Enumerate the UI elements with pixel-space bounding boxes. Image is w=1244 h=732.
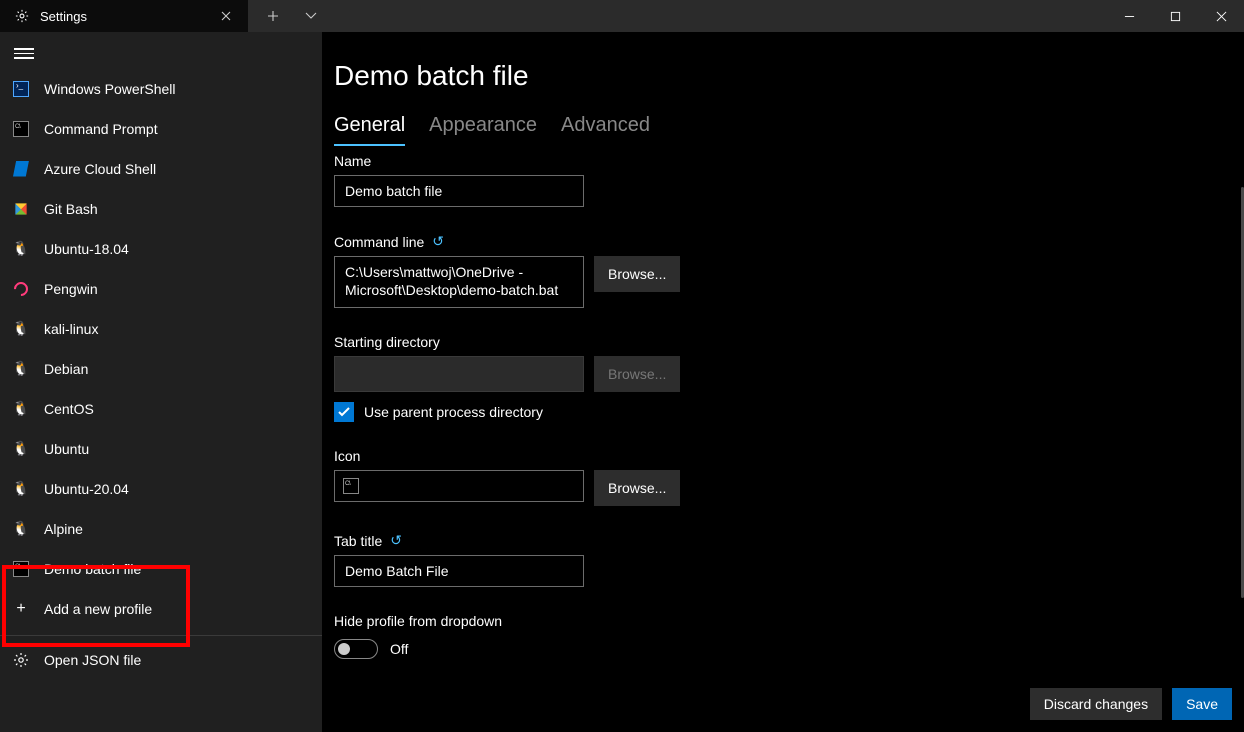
save-button[interactable]: Save [1172, 688, 1232, 720]
sidebar-item-label: CentOS [44, 401, 94, 417]
sidebar-item-gitbash[interactable]: Git Bash [0, 189, 322, 229]
sidebar-item-ubuntu[interactable]: 🐧 Ubuntu [0, 429, 322, 469]
hide-profile-label: Hide profile from dropdown [334, 613, 1226, 629]
tab-close-button[interactable] [212, 2, 240, 30]
sidebar-item-label: Alpine [44, 521, 83, 537]
tux-icon: 🐧 [12, 520, 30, 538]
minimize-button[interactable] [1106, 0, 1152, 32]
close-window-button[interactable] [1198, 0, 1244, 32]
sidebar-item-label: Debian [44, 361, 88, 377]
sidebar: Windows PowerShell Command Prompt Azure … [0, 32, 322, 732]
startdir-label: Starting directory [334, 334, 1226, 350]
tab-general[interactable]: General [334, 110, 405, 145]
pengwin-icon [12, 280, 30, 298]
window-controls [1106, 0, 1244, 32]
sidebar-item-ubuntu1804[interactable]: 🐧 Ubuntu-18.04 [0, 229, 322, 269]
parent-dir-checkbox-label: Use parent process directory [364, 404, 543, 420]
sidebar-item-open-json[interactable]: Open JSON file [0, 640, 322, 680]
titlebar: Settings [0, 0, 1244, 32]
name-input[interactable] [334, 175, 584, 207]
toggle-state-text: Off [390, 641, 408, 657]
tab-dropdown-button[interactable] [294, 0, 328, 32]
footer-actions: Discard changes Save [1030, 688, 1232, 720]
maximize-button[interactable] [1152, 0, 1198, 32]
sidebar-item-powershell[interactable]: Windows PowerShell [0, 69, 322, 109]
reset-cmdline-icon[interactable]: ↺ [432, 233, 444, 250]
sidebar-item-azure[interactable]: Azure Cloud Shell [0, 149, 322, 189]
sidebar-item-label: Azure Cloud Shell [44, 161, 156, 177]
tab-title-text: Settings [40, 9, 202, 24]
name-label: Name [334, 153, 1226, 169]
settings-form: Name Command line ↺ Browse... Starting d… [334, 153, 1232, 667]
tux-icon: 🐧 [12, 240, 30, 258]
tab-advanced[interactable]: Advanced [561, 110, 650, 145]
cmd-icon [12, 560, 30, 578]
hamburger-menu-button[interactable] [0, 32, 322, 67]
sidebar-item-add-profile[interactable]: + Add a new profile [0, 589, 322, 629]
cmdline-input[interactable] [334, 256, 584, 308]
tux-icon: 🐧 [12, 320, 30, 338]
sidebar-item-alpine[interactable]: 🐧 Alpine [0, 509, 322, 549]
hide-profile-toggle[interactable] [334, 639, 378, 659]
icon-label: Icon [334, 448, 1226, 464]
sidebar-item-label: Git Bash [44, 201, 98, 217]
sidebar-item-label: Demo batch file [44, 561, 141, 577]
tux-icon: 🐧 [12, 440, 30, 458]
powershell-icon [12, 80, 30, 98]
sidebar-item-label: kali-linux [44, 321, 98, 337]
sidebar-item-cmd[interactable]: Command Prompt [0, 109, 322, 149]
new-tab-button[interactable] [256, 0, 290, 32]
tux-icon: 🐧 [12, 360, 30, 378]
plus-icon: + [12, 600, 30, 618]
sidebar-item-label: Open JSON file [44, 652, 141, 668]
sidebar-item-kali[interactable]: 🐧 kali-linux [0, 309, 322, 349]
browse-icon-button[interactable]: Browse... [594, 470, 680, 506]
tab-appearance[interactable]: Appearance [429, 110, 537, 145]
sidebar-item-centos[interactable]: 🐧 CentOS [0, 389, 322, 429]
browse-cmdline-button[interactable]: Browse... [594, 256, 680, 292]
tabtitle-label: Tab title [334, 533, 382, 549]
cmdline-label: Command line [334, 234, 424, 250]
sidebar-item-label: Windows PowerShell [44, 81, 176, 97]
tux-icon: 🐧 [12, 400, 30, 418]
sidebar-item-label: Ubuntu-20.04 [44, 481, 129, 497]
cmd-icon [343, 478, 359, 494]
tux-icon: 🐧 [12, 480, 30, 498]
page-title: Demo batch file [334, 60, 1232, 92]
gear-icon [12, 651, 30, 669]
sidebar-item-label: Ubuntu [44, 441, 89, 457]
discard-button[interactable]: Discard changes [1030, 688, 1162, 720]
azure-icon [12, 160, 30, 178]
reset-tabtitle-icon[interactable]: ↺ [390, 532, 402, 549]
git-icon [12, 200, 30, 218]
cmd-icon [12, 120, 30, 138]
sidebar-item-pengwin[interactable]: Pengwin [0, 269, 322, 309]
sidebar-item-label: Command Prompt [44, 121, 158, 137]
sidebar-item-label: Add a new profile [44, 601, 152, 617]
hamburger-icon [14, 48, 34, 59]
settings-gear-icon [14, 8, 30, 24]
sidebar-item-label: Ubuntu-18.04 [44, 241, 129, 257]
sidebar-item-label: Pengwin [44, 281, 98, 297]
content-area: Demo batch file General Appearance Advan… [322, 32, 1244, 732]
tabtitle-input[interactable] [334, 555, 584, 587]
tab-strip: General Appearance Advanced [334, 110, 1232, 145]
titlebar-actions [248, 0, 328, 32]
sidebar-divider [0, 635, 322, 636]
sidebar-item-ubuntu2004[interactable]: 🐧 Ubuntu-20.04 [0, 469, 322, 509]
browse-startdir-button[interactable]: Browse... [594, 356, 680, 392]
icon-input[interactable] [334, 470, 584, 502]
sidebar-item-debian[interactable]: 🐧 Debian [0, 349, 322, 389]
parent-dir-checkbox[interactable] [334, 402, 354, 422]
tab-settings[interactable]: Settings [0, 0, 248, 32]
sidebar-item-demo-batch[interactable]: Demo batch file [0, 549, 322, 589]
scrollbar[interactable] [1240, 187, 1244, 654]
startdir-input[interactable] [334, 356, 584, 392]
